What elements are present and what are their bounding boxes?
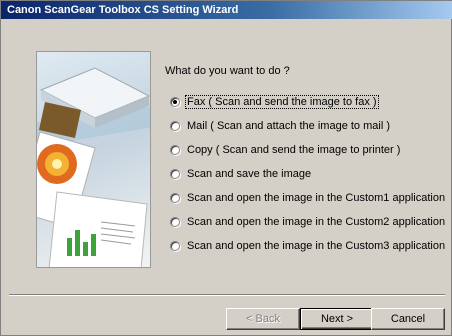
option-custom1[interactable]: Scan and open the image in the Custom1 a…	[170, 190, 446, 206]
option-save[interactable]: Scan and save the image	[170, 166, 312, 182]
cancel-button[interactable]: Cancel	[371, 308, 445, 330]
radio-icon[interactable]	[170, 145, 180, 155]
footer-separator	[9, 294, 445, 296]
prompt-label: What do you want to do ?	[165, 65, 290, 77]
option-label: Scan and save the image	[187, 168, 312, 180]
back-button[interactable]: < Back	[226, 308, 300, 330]
option-mail[interactable]: Mail ( Scan and attach the image to mail…	[170, 118, 391, 134]
option-label: Copy ( Scan and send the image to printe…	[187, 144, 401, 156]
option-label: Mail ( Scan and attach the image to mail…	[187, 120, 390, 132]
wizard-window: Canon ScanGear Toolbox CS Setting Wizard…	[0, 0, 452, 336]
option-custom3[interactable]: Scan and open the image in the Custom3 a…	[170, 238, 446, 254]
wizard-illustration	[36, 51, 151, 268]
option-label: Scan and open the image in the Custom2 a…	[187, 216, 446, 228]
option-custom2[interactable]: Scan and open the image in the Custom2 a…	[170, 214, 446, 230]
radio-icon[interactable]	[170, 97, 180, 107]
option-copy[interactable]: Copy ( Scan and send the image to printe…	[170, 142, 401, 158]
radio-icon[interactable]	[170, 241, 180, 251]
radio-icon[interactable]	[170, 217, 180, 227]
radio-icon[interactable]	[170, 169, 180, 179]
option-label: Fax ( Scan and send the image to fax )	[185, 95, 379, 109]
radio-icon[interactable]	[170, 193, 180, 203]
option-label: Scan and open the image in the Custom1 a…	[187, 192, 446, 204]
option-label: Scan and open the image in the Custom3 a…	[187, 240, 446, 252]
radio-icon[interactable]	[170, 121, 180, 131]
next-button[interactable]: Next >	[300, 308, 374, 330]
title-bar: Canon ScanGear Toolbox CS Setting Wizard	[1, 1, 452, 19]
option-fax[interactable]: Fax ( Scan and send the image to fax )	[170, 94, 379, 110]
